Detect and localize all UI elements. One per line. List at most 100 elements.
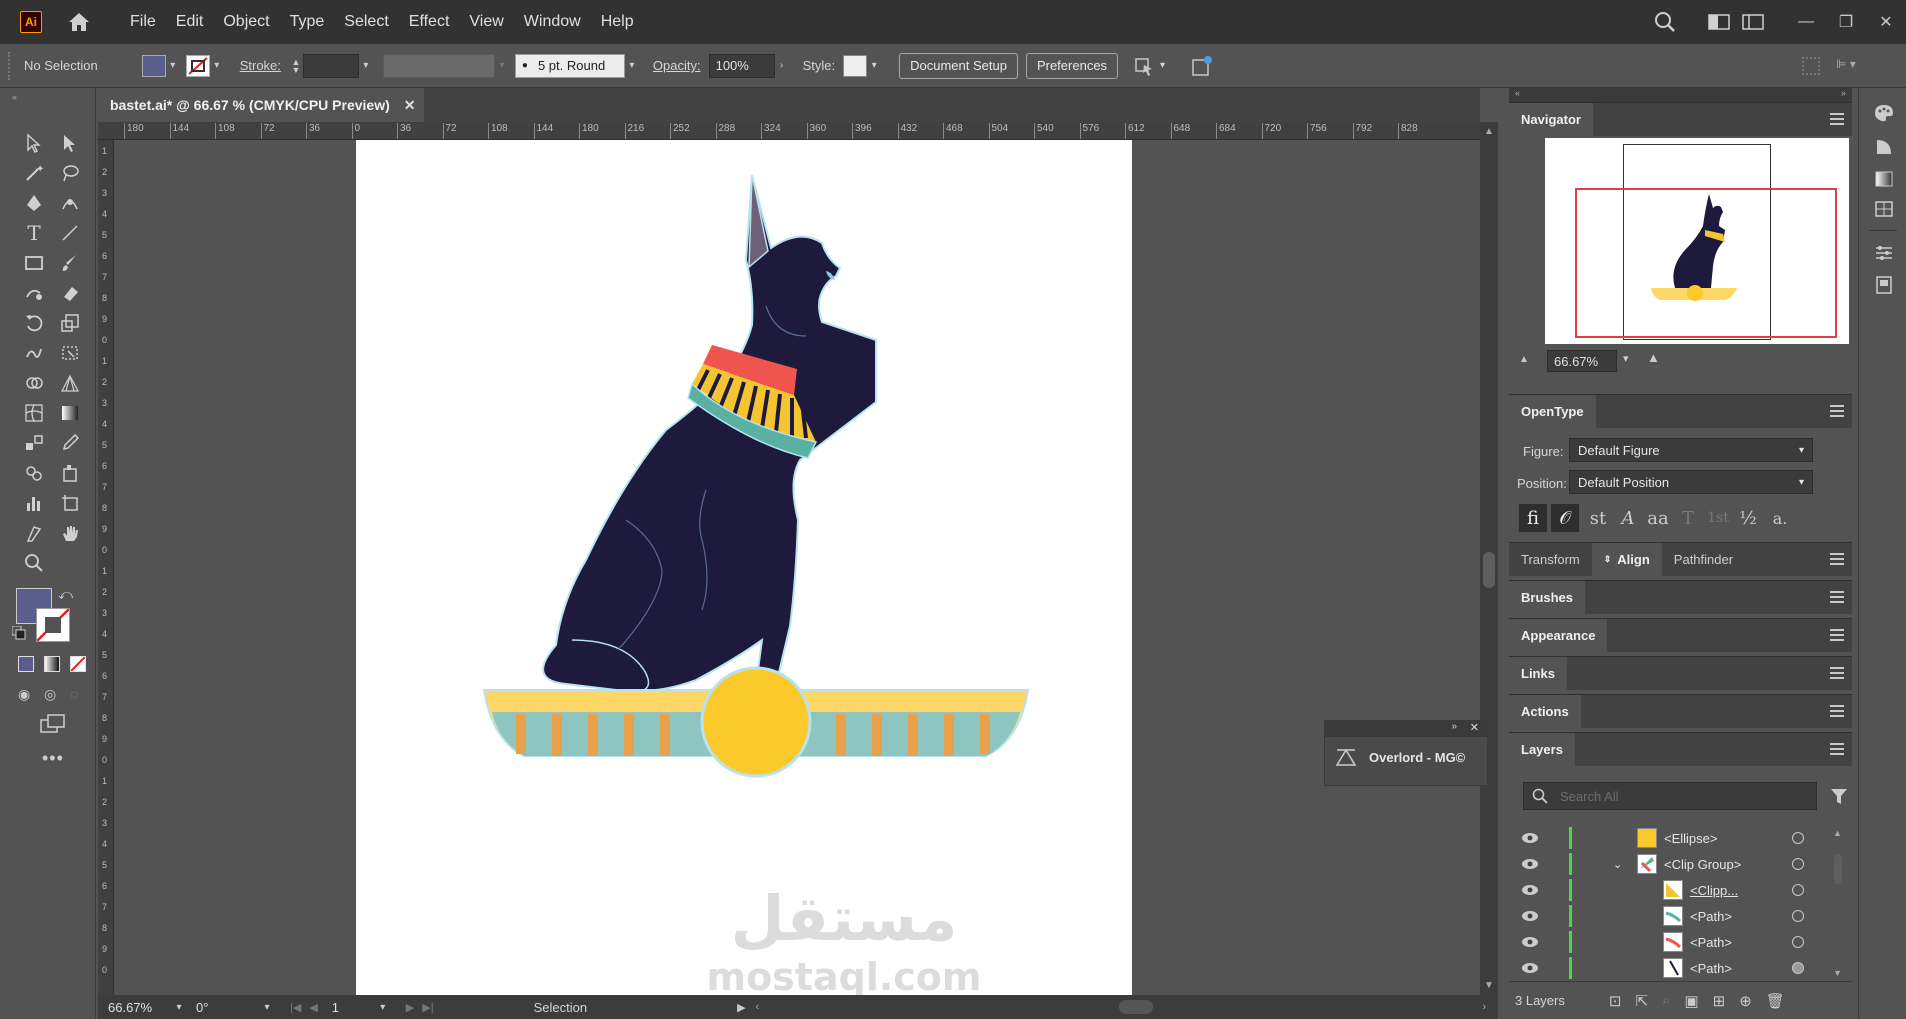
workspace-icon[interactable] — [1702, 5, 1736, 39]
palette-icon[interactable] — [1873, 102, 1895, 124]
rectangle-tool-icon[interactable] — [20, 250, 48, 276]
document-tab[interactable]: bastet.ai* @ 66.67 % (CMYK/CPU Preview) … — [98, 88, 424, 122]
navigator-preview[interactable] — [1545, 138, 1849, 344]
artboard-tool-icon[interactable] — [56, 490, 84, 516]
navigator-zoom-field[interactable]: 66.67% — [1547, 350, 1617, 372]
opacity-label[interactable]: Opacity: — [653, 58, 701, 73]
new-sublayer-icon[interactable]: ⊞ — [1713, 992, 1726, 1010]
transform-tab[interactable]: Transform — [1509, 543, 1592, 577]
visibility-eye-icon[interactable] — [1521, 832, 1539, 844]
magic-wand-tool-icon[interactable]: ✦ — [20, 160, 48, 186]
close-panel-icon[interactable]: ✕ — [1470, 721, 1479, 734]
layer-row-ellipse[interactable]: <Ellipse> — [1509, 825, 1852, 851]
next-artboard-icon[interactable]: ▶ — [406, 1001, 414, 1014]
draw-behind-icon[interactable]: ◎ — [44, 686, 56, 703]
arrange-documents-icon[interactable] — [1736, 5, 1770, 39]
line-segment-tool-icon[interactable] — [56, 220, 84, 246]
menu-edit[interactable]: Edit — [166, 13, 214, 31]
maximize-button[interactable]: ❐ — [1826, 7, 1866, 37]
contextual-alternates-button[interactable]: 𝒪 — [1551, 504, 1579, 532]
eyedropper-tool-icon[interactable] — [56, 430, 84, 456]
rotate-tool-icon[interactable] — [20, 310, 48, 336]
canvas[interactable]: مستقل mostaql.com — [114, 140, 1480, 995]
eraser-tool-icon[interactable] — [56, 280, 84, 306]
actions-menu-icon[interactable] — [1830, 705, 1844, 717]
recolor-icon[interactable] — [1190, 54, 1214, 78]
stroke-label[interactable]: Stroke: — [240, 58, 281, 73]
document-setup-button[interactable]: Document Setup — [899, 52, 1018, 79]
draw-normal-icon[interactable]: ◉ — [18, 686, 30, 703]
pen-tool-icon[interactable] — [20, 190, 48, 216]
collect-export-icon[interactable]: ⊡ — [1609, 992, 1622, 1010]
appearance-tab[interactable]: Appearance — [1509, 618, 1608, 653]
layer-row-clipping-path[interactable]: <Clipp... — [1509, 877, 1852, 903]
opentype-tab[interactable]: OpenType — [1509, 394, 1596, 429]
position-select[interactable]: Default Position ▾ — [1569, 470, 1813, 494]
fractions-button[interactable]: ½ — [1735, 504, 1761, 532]
links-menu-icon[interactable] — [1830, 667, 1844, 679]
gradient-panel-icon[interactable] — [1873, 168, 1895, 190]
titling-alternates-button[interactable]: T — [1675, 504, 1701, 532]
libraries-icon[interactable] — [1873, 274, 1895, 296]
ordinals-button[interactable]: 1st — [1705, 504, 1731, 532]
zoom-tool-icon[interactable] — [20, 550, 48, 576]
navigator-tab[interactable]: Navigator — [1509, 102, 1593, 137]
slice-tool-icon[interactable] — [20, 520, 48, 546]
perspective-grid-tool-icon[interactable] — [56, 370, 84, 396]
swash-button[interactable]: A — [1615, 504, 1641, 532]
filter-icon[interactable] — [1829, 786, 1849, 806]
shape-builder-tool-icon[interactable] — [20, 370, 48, 396]
collapse-toolbar-icon[interactable]: « — [12, 92, 17, 102]
layer-target-icon[interactable] — [1792, 910, 1804, 922]
new-layer-icon[interactable]: ⊕ — [1739, 992, 1752, 1010]
menu-select[interactable]: Select — [334, 13, 398, 31]
menu-view[interactable]: View — [459, 13, 513, 31]
brushes-menu-icon[interactable] — [1830, 591, 1844, 603]
rotation-dropdown[interactable]: ▾ — [260, 996, 274, 1018]
isolate-icon[interactable]: ▾ — [1134, 55, 1190, 77]
locate-object-icon[interactable]: ⌕ — [1662, 992, 1670, 1009]
menu-window[interactable]: Window — [514, 13, 591, 31]
live-paint-bucket-icon[interactable] — [56, 460, 84, 486]
align-options-icon[interactable]: ⊫ ▾ — [1836, 57, 1862, 75]
collapse-dock-icon[interactable]: » — [1841, 88, 1846, 98]
delete-layer-icon[interactable]: 🗑 — [1766, 992, 1785, 1010]
rotation-field[interactable]: 0° — [190, 997, 260, 1017]
layer-target-icon[interactable] — [1792, 936, 1804, 948]
menu-help[interactable]: Help — [591, 13, 644, 31]
scroll-left-icon[interactable]: ‹ — [756, 1001, 760, 1013]
layer-target-icon[interactable] — [1792, 962, 1804, 974]
curvature-tool-icon[interactable] — [56, 190, 84, 216]
minimize-button[interactable]: — — [1786, 7, 1826, 37]
none-mode-icon[interactable] — [70, 656, 86, 672]
artboard-dropdown[interactable]: ▾ — [376, 996, 390, 1018]
layer-row-path[interactable]: <Path> — [1509, 929, 1852, 955]
layers-menu-icon[interactable] — [1830, 743, 1844, 755]
type-tool-icon[interactable]: T — [20, 220, 48, 246]
transform-menu-icon[interactable] — [1830, 553, 1844, 565]
last-artboard-icon[interactable]: ▶| — [422, 1001, 433, 1014]
gradient-tool-icon[interactable] — [56, 400, 84, 426]
control-bar-grip[interactable] — [8, 51, 14, 80]
brush-dropdown[interactable]: ▾ — [625, 55, 639, 77]
swatches-icon[interactable] — [1873, 198, 1895, 220]
shaper-tool-icon[interactable] — [20, 280, 48, 306]
symbol-sprayer-tool-icon[interactable] — [20, 460, 48, 486]
zoom-level-field[interactable]: 66.67% — [102, 997, 172, 1017]
direct-selection-tool-icon[interactable] — [56, 130, 84, 156]
visibility-eye-icon[interactable] — [1521, 936, 1539, 948]
fill-swatch[interactable] — [141, 54, 166, 77]
stroke-dropdown[interactable]: ▾ — [210, 55, 224, 77]
menu-type[interactable]: Type — [280, 13, 335, 31]
scale-tool-icon[interactable] — [56, 310, 84, 336]
opacity-arrow[interactable]: › — [775, 55, 789, 77]
expand-dock-icon[interactable]: « — [1515, 88, 1520, 98]
color-guide-icon[interactable] — [1873, 136, 1895, 158]
paintbrush-tool-icon[interactable] — [56, 250, 84, 276]
scroll-right-icon[interactable]: › — [1482, 1001, 1486, 1013]
hand-tool-icon[interactable] — [56, 520, 84, 546]
layer-row-path[interactable]: <Path> — [1509, 903, 1852, 929]
layer-row-clip-group[interactable]: ⌄ <Clip Group> — [1509, 851, 1852, 877]
fill-dropdown[interactable]: ▾ — [166, 55, 180, 77]
align-tab[interactable]: ⇕ Align — [1591, 542, 1662, 577]
